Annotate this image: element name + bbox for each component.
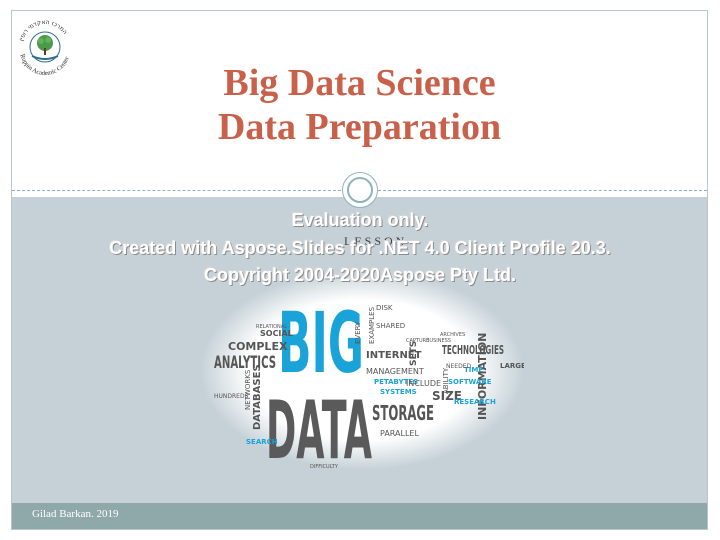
cloud-word: DISK <box>376 304 393 312</box>
watermark-line3: Copyright 2004-2020Aspose Pty Ltd. <box>203 265 517 285</box>
cloud-word: TECHNOLOGIES <box>442 343 504 357</box>
cloud-word-data: DATA <box>266 384 372 470</box>
cloud-word: RELATIONAL <box>256 324 287 330</box>
divider-ring-inner <box>347 177 373 203</box>
cloud-word: RESEARCH <box>454 398 496 406</box>
cloud-word: NEEDED <box>446 363 471 370</box>
cloud-word: COMPLEX <box>228 340 288 353</box>
cloud-word: NETWORKS <box>244 369 252 410</box>
cloud-word: BUSINESS <box>426 338 451 344</box>
cloud-word: LARGE <box>500 362 524 370</box>
big-data-word-cloud: BIG DATA ANALYTICS COMPLEX TECHNOLOGIES … <box>200 270 524 470</box>
cloud-word: INFORMATION <box>476 333 489 420</box>
cloud-word: SHARED <box>376 322 405 330</box>
cloud-word: ABILITY <box>442 367 450 394</box>
cloud-word: HUNDREDS <box>214 393 249 400</box>
watermark-line2: Created with Aspose.Slides for .NET 4.0 … <box>109 238 611 258</box>
slide-title-line1: Big Data Science <box>223 62 496 104</box>
cloud-word: DATABASES <box>252 364 263 430</box>
divider-ring-icon <box>342 172 378 208</box>
cloud-word: DIFFICULTY <box>310 464 339 470</box>
cloud-word: MANAGEMENT <box>366 367 424 376</box>
cloud-word: EXAMPLES <box>368 306 376 344</box>
cloud-word: EVERY <box>354 321 362 344</box>
ruppin-logo: המרכז האקדמי רופין Ruppin Academic Cente… <box>18 19 71 77</box>
cloud-word: SOFTWARE <box>448 378 492 386</box>
cloud-word: INCLUDE <box>406 379 441 388</box>
watermark-line1: Evaluation only. <box>291 210 429 230</box>
cloud-word: PARALLEL <box>380 429 419 438</box>
cloud-word: SETS <box>409 341 419 366</box>
cloud-word: ARCHIVES <box>440 332 465 338</box>
title-area: Big Data Science Data Preparation <box>12 11 707 191</box>
cloud-word: SOCIAL <box>260 329 293 338</box>
cloud-word: SEARCH <box>246 438 278 446</box>
cloud-word: CAPTURE <box>406 338 429 344</box>
slide-title-line2: Data Preparation <box>217 106 502 148</box>
cloud-word-big: BIG <box>278 294 364 392</box>
footer-band: Gilad Barkan. 2019 <box>12 503 707 529</box>
cloud-word: SYSTEMS <box>380 388 417 396</box>
footer-author: Gilad Barkan. 2019 <box>32 508 119 520</box>
cloud-word: STORAGE <box>372 401 434 425</box>
